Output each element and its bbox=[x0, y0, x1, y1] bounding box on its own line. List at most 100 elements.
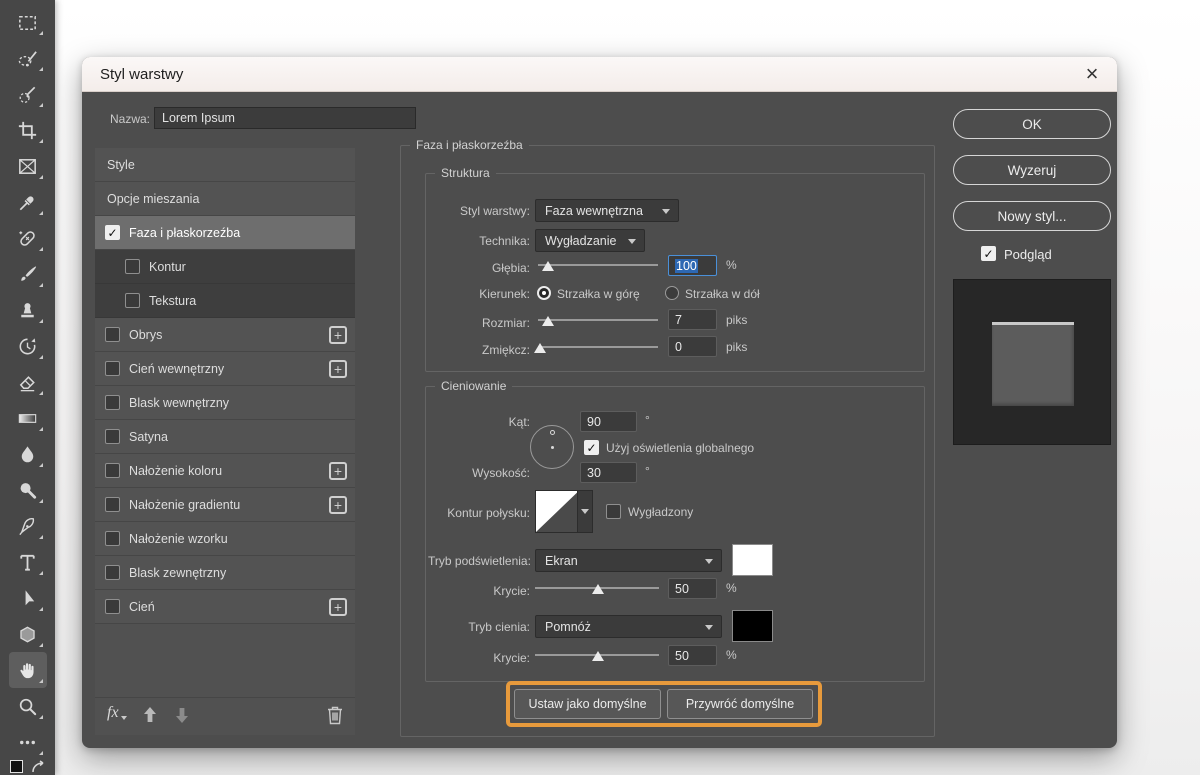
name-input[interactable] bbox=[154, 107, 416, 129]
depth-slider-thumb[interactable] bbox=[542, 261, 554, 271]
size-slider-thumb[interactable] bbox=[542, 316, 554, 326]
reset-defaults-button[interactable]: Przywróć domyślne bbox=[667, 689, 813, 719]
angle-value-field[interactable]: 90 bbox=[580, 411, 637, 432]
list-item-outer-glow[interactable]: Blask zewnętrzny bbox=[95, 556, 355, 590]
global-light-checkbox[interactable] bbox=[584, 440, 599, 455]
hand-icon bbox=[16, 659, 39, 682]
history-brush-tool-button[interactable] bbox=[9, 328, 47, 364]
rectangular-marquee-tool-button[interactable] bbox=[9, 4, 47, 40]
soften-value-field[interactable]: 0 bbox=[668, 336, 717, 357]
checkbox-drop-shadow[interactable] bbox=[105, 599, 120, 614]
list-item-pattern-overlay[interactable]: Nałożenie wzorku bbox=[95, 522, 355, 556]
checkbox-inner-shadow[interactable] bbox=[105, 361, 120, 376]
list-item-color-overlay[interactable]: Nałożenie koloru + bbox=[95, 454, 355, 488]
gradient-tool-button[interactable] bbox=[9, 400, 47, 436]
eyedropper-tool-button[interactable] bbox=[9, 184, 47, 220]
add-inner-shadow-button[interactable]: + bbox=[329, 360, 347, 378]
gloss-contour-dropdown[interactable] bbox=[578, 490, 593, 533]
gloss-contour-label: Kontur połysku: bbox=[428, 506, 530, 520]
move-down-icon[interactable] bbox=[173, 705, 191, 725]
dodge-tool-button[interactable] bbox=[9, 472, 47, 508]
list-item-stroke[interactable]: Obrys + bbox=[95, 318, 355, 352]
add-stroke-button[interactable]: + bbox=[329, 326, 347, 344]
selection-brush-tool-button[interactable] bbox=[9, 40, 47, 76]
list-item-bevel-emboss[interactable]: Faza i płaskorzeźba bbox=[95, 216, 355, 250]
depth-slider[interactable] bbox=[538, 258, 658, 272]
size-slider[interactable] bbox=[538, 313, 658, 327]
frame-tool-button[interactable] bbox=[9, 148, 47, 184]
shadow-opacity-slider[interactable] bbox=[535, 648, 659, 662]
checkbox-stroke[interactable] bbox=[105, 327, 120, 342]
list-item-blending-options[interactable]: Opcje mieszania bbox=[95, 182, 355, 216]
angle-dial[interactable] bbox=[530, 425, 574, 469]
clone-stamp-tool-button[interactable] bbox=[9, 292, 47, 328]
reset-button[interactable]: Wyzeruj bbox=[953, 155, 1111, 185]
zoom-tool-button[interactable] bbox=[9, 688, 47, 724]
checkbox-contour[interactable] bbox=[125, 259, 140, 274]
add-drop-shadow-button[interactable]: + bbox=[329, 598, 347, 616]
layer-style-dropdown[interactable]: Faza wewnętrzna bbox=[535, 199, 679, 222]
list-item-gradient-overlay[interactable]: Nałożenie gradientu + bbox=[95, 488, 355, 522]
checkbox-outer-glow[interactable] bbox=[105, 565, 120, 580]
highlight-opacity-slider[interactable] bbox=[535, 581, 659, 595]
shadow-opacity-thumb[interactable] bbox=[592, 651, 604, 661]
list-item-styles[interactable]: Style bbox=[95, 148, 355, 182]
shadow-color-swatch[interactable] bbox=[732, 610, 773, 642]
eraser-tool-button[interactable] bbox=[9, 364, 47, 400]
quick-selection-tool-button[interactable] bbox=[9, 76, 47, 112]
close-icon[interactable]: × bbox=[1077, 59, 1107, 89]
gloss-contour-thumbnail[interactable] bbox=[535, 490, 578, 533]
styles-list-footer: fx bbox=[95, 697, 355, 735]
highlight-mode-dropdown[interactable]: Ekran bbox=[535, 549, 722, 572]
size-value-field[interactable]: 7 bbox=[668, 309, 717, 330]
checkbox-bevel-emboss[interactable] bbox=[105, 225, 120, 240]
dialog-titlebar[interactable]: Styl warstwy × bbox=[82, 57, 1117, 92]
soften-slider-thumb[interactable] bbox=[534, 343, 546, 353]
blur-tool-button[interactable] bbox=[9, 436, 47, 472]
shadow-mode-dropdown[interactable]: Pomnóż bbox=[535, 615, 722, 638]
more-tools-button[interactable] bbox=[9, 724, 47, 760]
highlight-color-swatch[interactable] bbox=[732, 544, 773, 576]
type-tool-button[interactable] bbox=[9, 544, 47, 580]
add-gradient-overlay-button[interactable]: + bbox=[329, 496, 347, 514]
checkbox-gradient-overlay[interactable] bbox=[105, 497, 120, 512]
highlight-opacity-thumb[interactable] bbox=[592, 584, 604, 594]
checkbox-inner-glow[interactable] bbox=[105, 395, 120, 410]
healing-brush-tool-button[interactable] bbox=[9, 220, 47, 256]
move-up-icon[interactable] bbox=[141, 705, 159, 725]
quick-selection-icon bbox=[16, 83, 39, 106]
direction-down-radio[interactable] bbox=[665, 286, 679, 300]
delete-effect-icon[interactable] bbox=[325, 704, 345, 726]
brush-tool-button[interactable] bbox=[9, 256, 47, 292]
angle-label: Kąt: bbox=[428, 415, 530, 429]
checkbox-satin[interactable] bbox=[105, 429, 120, 444]
path-selection-tool-button[interactable] bbox=[9, 580, 47, 616]
soften-slider[interactable] bbox=[538, 340, 658, 354]
checkbox-pattern-overlay[interactable] bbox=[105, 531, 120, 546]
altitude-value-field[interactable]: 30 bbox=[580, 462, 637, 483]
depth-value-field[interactable]: 100 bbox=[668, 255, 717, 276]
shape-tool-button[interactable] bbox=[9, 616, 47, 652]
highlight-opacity-field[interactable]: 50 bbox=[668, 578, 717, 599]
checkbox-texture[interactable] bbox=[125, 293, 140, 308]
direction-up-radio[interactable] bbox=[537, 286, 551, 300]
technique-dropdown[interactable]: Wygładzanie bbox=[535, 229, 645, 252]
hand-tool-button[interactable] bbox=[9, 652, 47, 688]
new-style-button[interactable]: Nowy styl... bbox=[953, 201, 1111, 231]
list-item-satin[interactable]: Satyna bbox=[95, 420, 355, 454]
antialiased-checkbox[interactable] bbox=[606, 504, 621, 519]
list-item-inner-shadow[interactable]: Cień wewnętrzny + bbox=[95, 352, 355, 386]
checkbox-color-overlay[interactable] bbox=[105, 463, 120, 478]
shadow-opacity-field[interactable]: 50 bbox=[668, 645, 717, 666]
list-item-inner-glow[interactable]: Blask wewnętrzny bbox=[95, 386, 355, 420]
list-item-texture[interactable]: Tekstura bbox=[95, 284, 355, 318]
ok-button[interactable]: OK bbox=[953, 109, 1111, 139]
list-item-drop-shadow[interactable]: Cień + bbox=[95, 590, 355, 624]
fx-menu-button[interactable]: fx bbox=[107, 704, 119, 722]
pen-tool-button[interactable] bbox=[9, 508, 47, 544]
set-defaults-button[interactable]: Ustaw jako domyślne bbox=[514, 689, 661, 719]
list-item-contour[interactable]: Kontur bbox=[95, 250, 355, 284]
preview-checkbox[interactable] bbox=[981, 246, 996, 261]
add-color-overlay-button[interactable]: + bbox=[329, 462, 347, 480]
crop-tool-button[interactable] bbox=[9, 112, 47, 148]
